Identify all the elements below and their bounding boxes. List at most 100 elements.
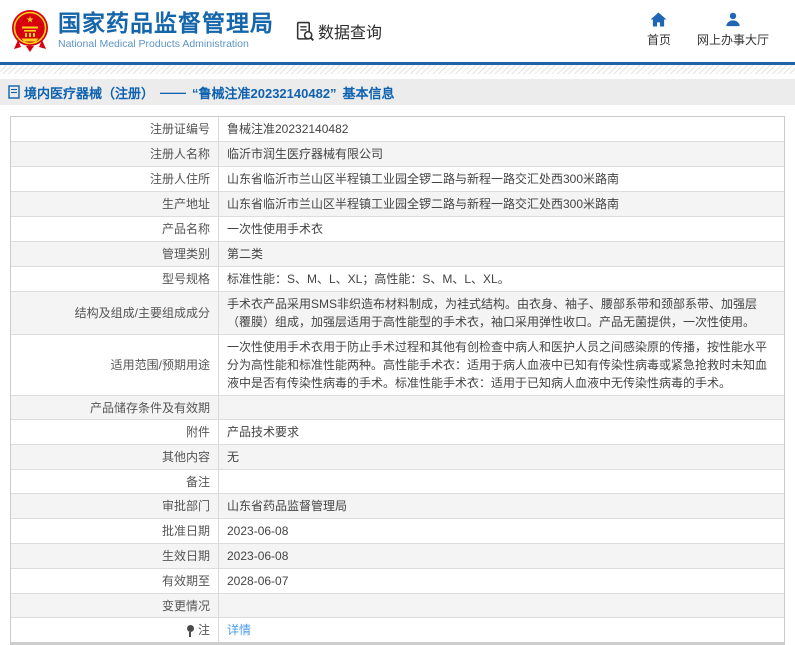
row-label-text: 有效期至 (161, 574, 210, 588)
row-label-text: 适用范围/预期用途 (110, 358, 210, 372)
row-value-text: 山东省临沂市兰山区半程镇工业园全锣二路与新程一路交汇处西300米路南 (227, 172, 620, 186)
row-label: 批准日期 (11, 519, 219, 543)
row-label-text: 型号规格 (161, 272, 210, 286)
row-label-text: 注 (197, 623, 210, 637)
row-label: 生产地址 (11, 192, 219, 216)
national-emblem-icon: ★ (12, 10, 48, 52)
row-value: 详情 (219, 618, 784, 642)
row-label-text: 结构及组成/主要组成成分 (74, 306, 210, 320)
row-value: 2023-06-08 (219, 544, 784, 568)
row-label-text: 注册证编号 (149, 122, 210, 136)
row-label-text: 批准日期 (161, 524, 210, 538)
person-icon (726, 12, 740, 27)
row-value-text: 2028-06-07 (227, 574, 289, 588)
hatched-band (0, 65, 795, 74)
breadcrumb-record-title: “鲁械注准20232140482” (192, 85, 337, 101)
row-value-text: 鲁械注准20232140482 (227, 122, 349, 136)
row-value: 产品技术要求 (219, 420, 784, 444)
table-row: 生产地址 山东省临沂市兰山区半程镇工业园全锣二路与新程一路交汇处西300米路南 (11, 192, 784, 217)
row-value-text: 2023-06-08 (227, 524, 289, 538)
table-row: 批准日期 2023-06-08 (11, 519, 784, 544)
data-query-label: 数据查询 (318, 25, 383, 42)
row-value: 手术衣产品采用SMS非织造布材料制成，为袿式结构。由衣身、袖子、腰部系带和颈部系… (219, 292, 784, 334)
table-row: 附件 产品技术要求 (11, 420, 784, 445)
row-label: 管理类别 (11, 242, 219, 266)
row-value-text: 临沂市润生医疗器械有限公司 (227, 147, 384, 161)
row-label-text: 注册人名称 (149, 147, 210, 161)
row-value-text: 第二类 (227, 247, 264, 261)
site-logo: ★ 国家药品监督管理局 National Medical Products Ad… (10, 9, 274, 53)
row-label: 备注 (11, 470, 219, 493)
row-label: 注册证编号 (11, 117, 219, 141)
table-row: 注册人名称 临沂市润生医疗器械有限公司 (11, 142, 784, 167)
table-row: 生效日期 2023-06-08 (11, 544, 784, 569)
home-icon (651, 12, 667, 27)
row-value-text: 标准性能：S、M、L、XL；高性能：S、M、L、XL。 (227, 272, 510, 286)
row-value-text: 一次性使用手术衣 (227, 222, 324, 236)
table-row: 产品储存条件及有效期 (11, 396, 784, 420)
table-row: 审批部门 山东省药品监督管理局 (11, 494, 784, 519)
row-label: 有效期至 (11, 569, 219, 593)
row-value-text: 一次性使用手术衣用于防止手术过程和其他有创检查中病人和医护人员之间感染原的传播，… (227, 340, 768, 390)
row-label: 注册人名称 (11, 142, 219, 166)
row-label-text: 备注 (185, 474, 210, 489)
row-value-text: 手术衣产品采用SMS非织造布材料制成，为袿式结构。由衣身、袖子、腰部系带和颈部系… (227, 297, 758, 329)
row-value: 山东省药品监督管理局 (219, 494, 784, 518)
info-table: 注册证编号 鲁械注准20232140482 注册人名称 临沂市润生医疗器械有限公司 注册… (10, 116, 785, 645)
row-value (219, 470, 784, 493)
row-value-text: 山东省临沂市兰山区半程镇工业园全锣二路与新程一路交汇处西300米路南 (227, 197, 620, 211)
row-value (219, 396, 784, 419)
row-value: 2023-06-08 (219, 519, 784, 543)
detail-link[interactable]: 详情 (227, 621, 251, 639)
note-hint-icon (186, 624, 195, 637)
row-label: 适用范围/预期用途 (11, 335, 219, 395)
org-name-cn: 国家药品监督管理局 (58, 10, 274, 37)
row-value: 山东省临沂市兰山区半程镇工业园全锣二路与新程一路交汇处西300米路南 (219, 192, 784, 216)
row-label: 产品名称 (11, 217, 219, 241)
row-label-text: 产品名称 (161, 222, 210, 236)
row-label-text: 管理类别 (161, 247, 210, 261)
row-value: 一次性使用手术衣用于防止手术过程和其他有创检查中病人和医护人员之间感染原的传播，… (219, 335, 784, 395)
row-label: 生效日期 (11, 544, 219, 568)
nav-home-label: 首页 (646, 33, 671, 47)
row-label-text: 生产地址 (161, 197, 210, 211)
row-label-text: 变更情况 (161, 598, 210, 613)
row-label-text: 产品储存条件及有效期 (89, 400, 210, 415)
row-value: 鲁械注准20232140482 (219, 117, 784, 141)
row-label-text: 生效日期 (161, 549, 210, 563)
site-header: ★ 国家药品监督管理局 National Medical Products Ad… (0, 0, 795, 62)
row-value: 无 (219, 445, 784, 469)
row-label-text: 其他内容 (161, 450, 210, 464)
row-label: 注册人住所 (11, 167, 219, 191)
row-value: 2028-06-07 (219, 569, 784, 593)
table-row: 有效期至 2028-06-07 (11, 569, 784, 594)
header-nav: 首页 网上办事大厅 (647, 12, 769, 48)
row-label-text: 审批部门 (161, 499, 210, 513)
row-label: 型号规格 (11, 267, 219, 291)
breadcrumb: 境内医疗器械（注册） —— “鲁械注准20232140482” 基本信息 (0, 79, 795, 105)
row-label: 注 (11, 618, 219, 642)
table-row: 注 详情 (11, 618, 784, 642)
row-label: 其他内容 (11, 445, 219, 469)
row-value: 临沂市润生医疗器械有限公司 (219, 142, 784, 166)
row-label: 产品储存条件及有效期 (11, 396, 219, 419)
row-label-text: 附件 (185, 425, 210, 439)
table-row: 备注 (11, 470, 784, 494)
breadcrumb-suffix: 基本信息 (342, 85, 395, 101)
nav-item-service-hall[interactable]: 网上办事大厅 (697, 12, 769, 48)
row-label: 结构及组成/主要组成成分 (11, 292, 219, 334)
row-label: 附件 (11, 420, 219, 444)
nav-hall-label: 网上办事大厅 (696, 33, 769, 47)
table-row: 适用范围/预期用途 一次性使用手术衣用于防止手术过程和其他有创检查中病人和医护人员… (11, 335, 784, 396)
data-query-icon (296, 21, 314, 41)
table-row: 管理类别 第二类 (11, 242, 784, 267)
data-query-section[interactable]: 数据查询 (294, 19, 382, 43)
table-row: 结构及组成/主要组成成分 手术衣产品采用SMS非织造布材料制成，为袿式结构。由衣身… (11, 292, 784, 335)
nav-item-home[interactable]: 首页 (647, 12, 671, 48)
table-row: 注册证编号 鲁械注准20232140482 (11, 117, 784, 142)
breadcrumb-section: 境内医疗器械（注册） (24, 85, 155, 101)
table-row: 变更情况 (11, 594, 784, 618)
row-value: 第二类 (219, 242, 784, 266)
table-row: 注册人住所 山东省临沂市兰山区半程镇工业园全锣二路与新程一路交汇处西300米路南 (11, 167, 784, 192)
row-value: 山东省临沂市兰山区半程镇工业园全锣二路与新程一路交汇处西300米路南 (219, 167, 784, 191)
